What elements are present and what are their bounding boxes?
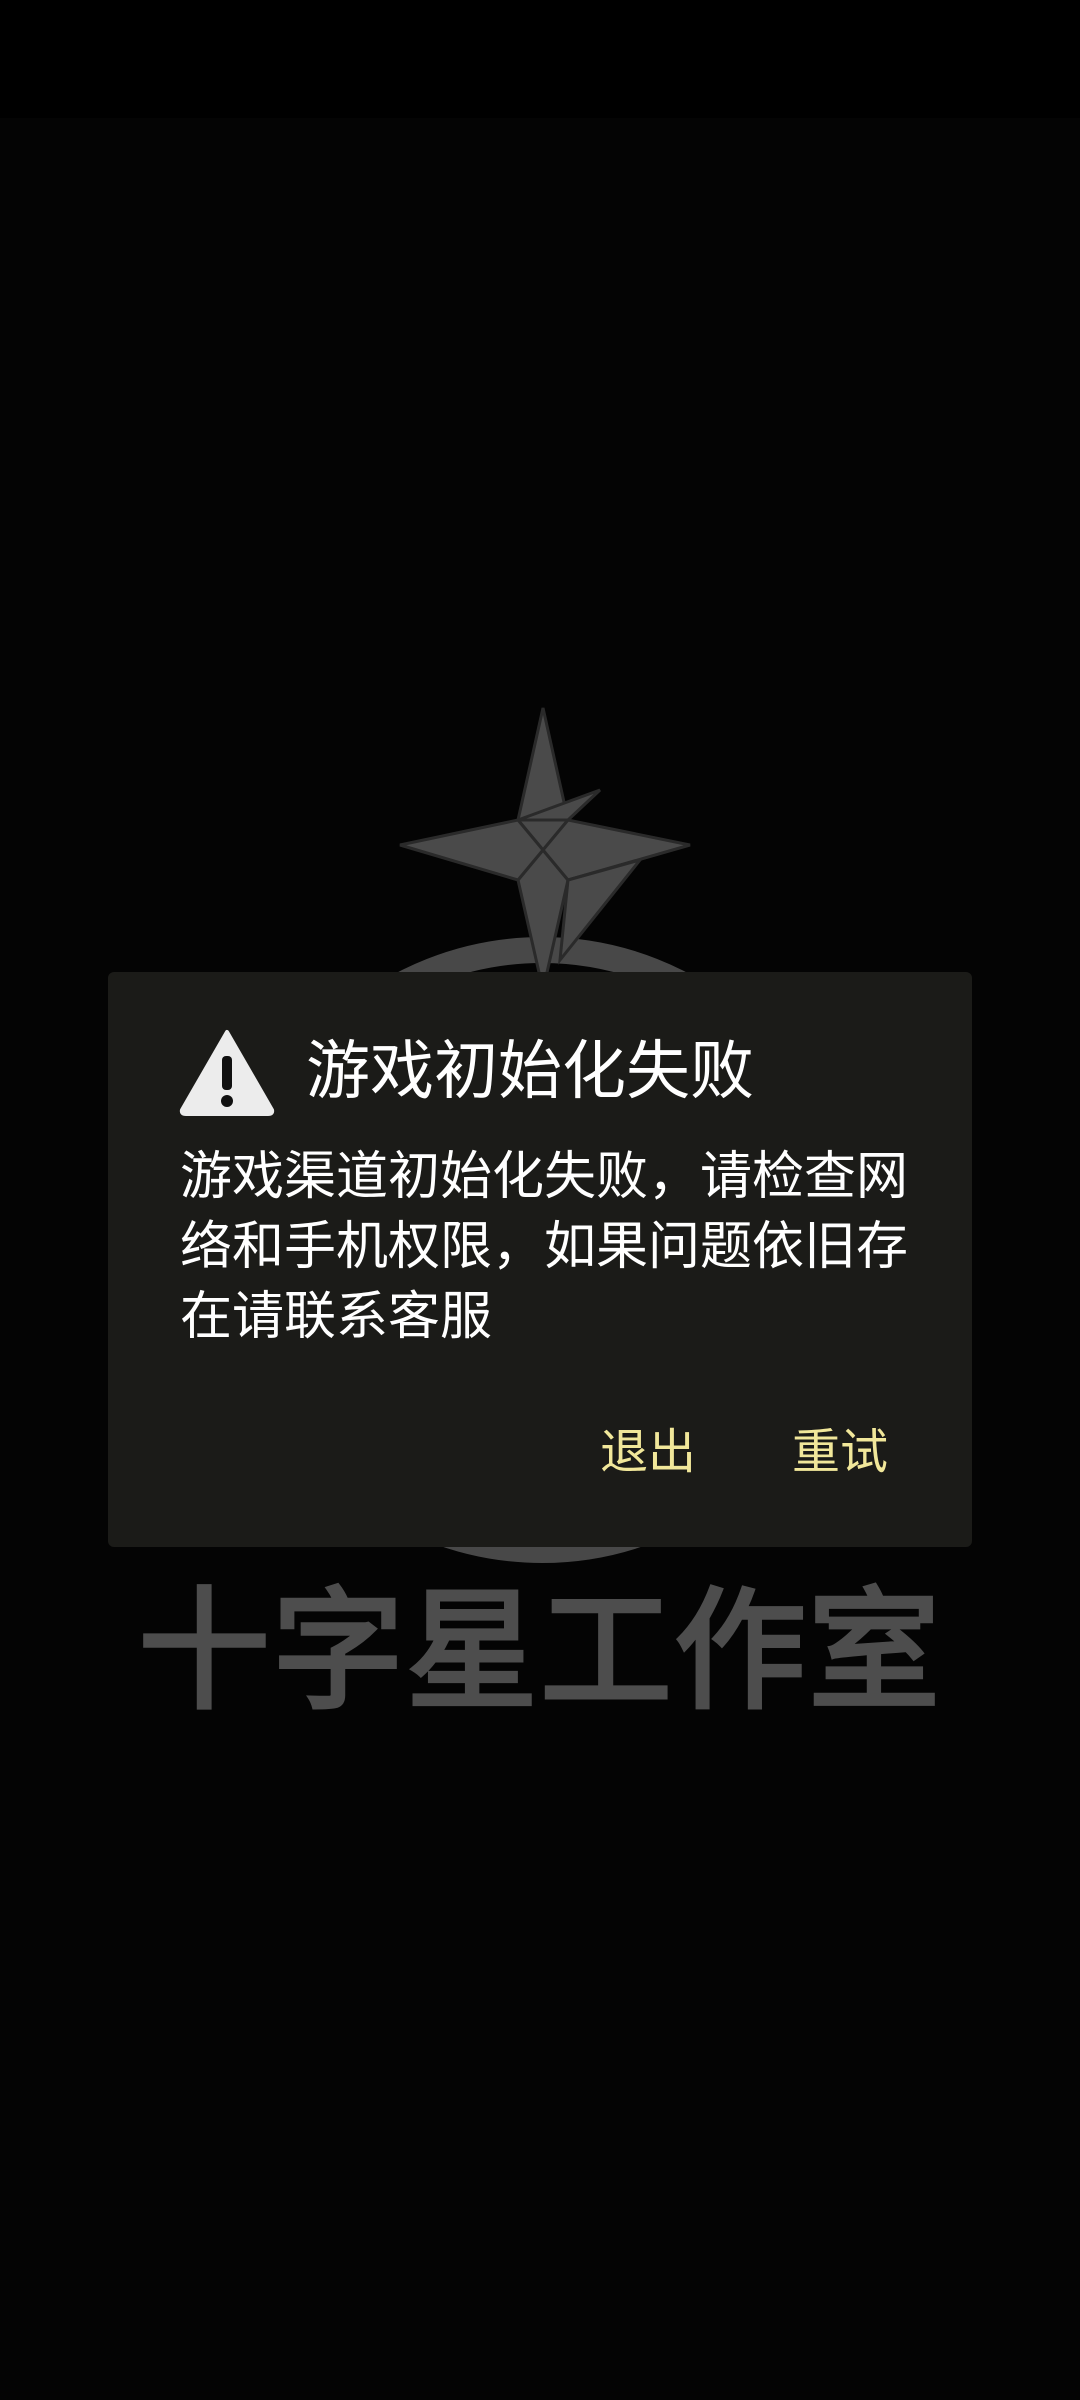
retry-button[interactable]: 重试 bbox=[782, 1412, 898, 1492]
warning-icon bbox=[179, 1030, 275, 1116]
exit-button[interactable]: 退出 bbox=[590, 1412, 706, 1492]
dialog-header: 游戏初始化失败 bbox=[178, 1022, 754, 1122]
dialog-title: 游戏初始化失败 bbox=[306, 1035, 754, 1109]
compass-star-icon bbox=[399, 707, 691, 991]
dialog-message: 游戏渠道初始化失败，请检查网络和手机权限，如果问题依旧存在请联系客服 bbox=[180, 1147, 909, 1347]
studio-name: 十字星工作室 bbox=[138, 1574, 942, 1729]
screen: 十字星工作室 游戏初始化失败 游戏渠道初始化失败，请检查网络和手机权限，如果问题… bbox=[0, 0, 1080, 2400]
error-dialog: 游戏初始化失败 游戏渠道初始化失败，请检查网络和手机权限，如果问题依旧存在请联系… bbox=[108, 972, 972, 1547]
